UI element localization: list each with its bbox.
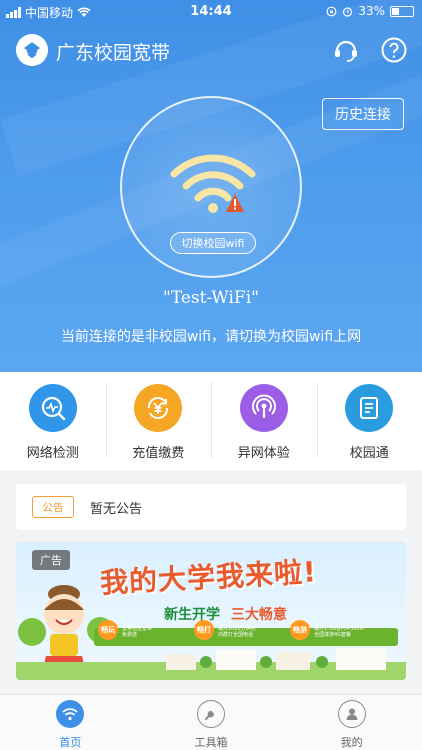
- help-icon[interactable]: [380, 36, 408, 64]
- notice-text: 暂无公告: [90, 501, 143, 517]
- ad-chip-text: 每月1000分钟校 内群打全国电话: [218, 626, 256, 638]
- tool-label: 校园通: [349, 446, 389, 461]
- app-title: 广东校园宽带: [56, 42, 171, 64]
- ad-chip-text: 宽带宿舍宽带 免费送: [122, 626, 153, 638]
- ad-chip-badge: 畅打: [194, 620, 214, 640]
- tool-campus-pass[interactable]: 校园通: [316, 372, 422, 470]
- quick-tools: 网络检测 充值缴费 异网体验 校园通: [0, 372, 422, 470]
- ad-tag: 广告: [32, 550, 70, 570]
- tab-label: 我的: [340, 736, 363, 749]
- wrench-icon: [197, 700, 225, 728]
- orientation-lock-icon: [326, 6, 337, 16]
- tool-other-network[interactable]: 异网体验: [211, 372, 317, 470]
- ad-subtitle: 新生开学 三大畅意: [164, 604, 287, 624]
- ad-subtitle-a: 新生开学: [164, 607, 220, 623]
- history-connection-button[interactable]: 历史连接: [322, 98, 404, 130]
- tab-label: 工具箱: [194, 736, 228, 749]
- app-logo-icon: [16, 34, 48, 66]
- tool-label: 异网体验: [237, 446, 290, 461]
- ad-chip-text: 每月1.5G省内+500M 全国漫游4G套餐: [314, 626, 364, 638]
- ad-banner[interactable]: 广告 我的大学我来啦! 新生开学 三大畅意 畅玩 宽带宿舍宽带 免费送 畅打 每…: [16, 542, 406, 680]
- yuan-recharge-icon: [134, 384, 183, 432]
- wifi-warning-icon: [170, 154, 256, 213]
- customer-service-icon[interactable]: [332, 36, 360, 64]
- alarm-icon: [343, 6, 353, 17]
- tool-label: 充值缴费: [132, 446, 185, 461]
- tool-network-check[interactable]: 网络检测: [0, 372, 106, 470]
- wifi-home-icon: [56, 700, 85, 728]
- document-icon: [345, 384, 394, 432]
- ad-chip-badge: 畅游: [290, 620, 310, 640]
- network-check-icon: [28, 384, 77, 432]
- tool-recharge[interactable]: 充值缴费: [105, 372, 212, 470]
- wifi-status-circle: 切换校园wifi: [120, 96, 302, 278]
- campus-buildings-illustration: [166, 648, 386, 670]
- battery-percent: 33%: [358, 4, 385, 18]
- current-ssid: "Test-WiFi": [163, 288, 259, 308]
- hero-panel: 中国移动 14:44 33% 广东校园宽带 历史连接 切换校园wifi "Tes…: [0, 0, 422, 372]
- user-icon: [337, 700, 366, 728]
- switch-campus-wifi-button[interactable]: 切换校园wifi: [170, 232, 256, 254]
- status-bar: 中国移动 14:44 33%: [0, 0, 422, 22]
- ad-chip-badge: 畅玩: [98, 620, 118, 640]
- broadcast-icon: [239, 384, 288, 432]
- notice-bar[interactable]: 公告 暂无公告: [16, 484, 406, 530]
- tab-mine[interactable]: 我的: [281, 695, 422, 750]
- tab-toolbox[interactable]: 工具箱: [141, 695, 282, 750]
- tab-label: 首页: [59, 736, 82, 749]
- battery-icon: [390, 5, 414, 17]
- app-header: 广东校园宽带: [0, 32, 422, 72]
- tab-bar: 首页 工具箱 我的: [0, 694, 422, 750]
- notice-tag: 公告: [32, 496, 74, 518]
- tool-label: 网络检测: [26, 446, 79, 461]
- tab-home[interactable]: 首页: [0, 695, 141, 750]
- ad-subtitle-b: 三大畅意: [230, 607, 287, 623]
- connection-message: 当前连接的是非校园wifi，请切换为校园wifi上网: [60, 329, 362, 345]
- ad-headline: 我的大学我来啦!: [99, 555, 318, 600]
